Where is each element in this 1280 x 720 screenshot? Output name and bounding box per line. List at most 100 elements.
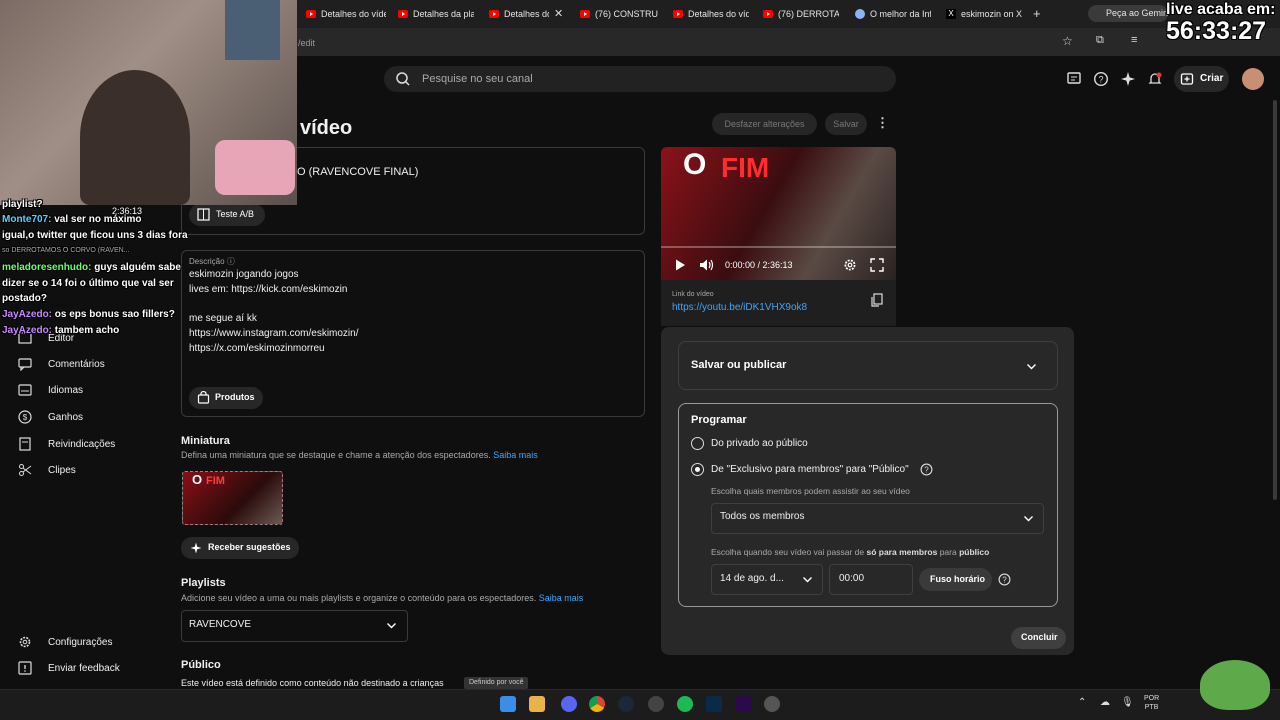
languages-icon <box>18 384 32 396</box>
learn-more-link[interactable]: Saiba mais <box>493 450 538 460</box>
messages-icon[interactable] <box>1066 71 1082 87</box>
close-tab-icon[interactable]: ✕ <box>554 7 563 20</box>
ab-test-label: Teste A/B <box>216 209 255 219</box>
account-avatar[interactable] <box>1242 68 1264 90</box>
cloud-icon[interactable]: ☁ <box>1100 697 1110 708</box>
video-link-url[interactable]: https://youtu.be/iDK1VHX9ok8 <box>672 302 807 313</box>
spotify-icon[interactable] <box>677 696 693 712</box>
option-private-to-public-label: Do privado ao público <box>711 438 808 449</box>
thumbnail-text: FIM <box>206 475 225 487</box>
nav-item-comments[interactable]: Comentários <box>18 356 105 372</box>
radio-private-to-public[interactable] <box>691 437 704 450</box>
media-control-icon[interactable]: ≡ <box>1131 34 1137 46</box>
more-options-icon[interactable]: ⋮ <box>876 115 889 131</box>
thumbnail-subtitle: Defina uma miniatura que se destaque e c… <box>181 450 538 460</box>
steam-icon[interactable] <box>618 696 634 712</box>
help-icon[interactable]: ? <box>998 573 1011 586</box>
claims-icon <box>19 437 31 451</box>
description-line: me segue aí kk <box>189 313 257 324</box>
description-label: Descrição ⓘ <box>189 257 235 266</box>
media-player-icon[interactable] <box>764 696 780 712</box>
chevron-up-icon[interactable]: ⌃ <box>1078 697 1086 708</box>
browser-tab[interactable]: (76) DERROTAM <box>763 6 839 22</box>
browser-tab[interactable]: Detalhes do víde <box>306 6 386 22</box>
search-icon[interactable] <box>395 71 411 87</box>
products-label: Produtos <box>215 392 255 402</box>
app-icon[interactable] <box>648 696 664 712</box>
browser-tab[interactable]: Detalhes do víde <box>673 6 749 22</box>
copy-icon[interactable] <box>870 293 884 307</box>
x-logo-icon: X <box>946 9 956 19</box>
date-value: 14 de ago. d... <box>720 573 784 584</box>
gemini-button[interactable]: Peça ao Gemini <box>1088 5 1168 22</box>
live-countdown: 56:33:27 <box>1166 17 1267 45</box>
help-icon[interactable]: ? <box>920 463 933 476</box>
windows-taskbar <box>0 689 1280 720</box>
browser-tab[interactable]: Xeskimozin on X <box>946 6 1022 22</box>
extensions-icon[interactable]: ⧉ <box>1096 34 1104 47</box>
chat-line: JayAzedo: tambem acho <box>2 325 120 336</box>
help-icon[interactable]: ? <box>1093 71 1109 87</box>
fullscreen-icon[interactable] <box>870 258 884 272</box>
chat-line: Monte707: val ser no máximo <box>2 214 142 225</box>
ab-test-icon <box>197 208 210 221</box>
scrollbar[interactable] <box>1273 100 1277 500</box>
play-icon[interactable] <box>673 258 687 272</box>
create-plus-icon <box>1180 73 1194 85</box>
nav-item-clips[interactable]: Clipes <box>18 462 76 478</box>
page-title: vídeo <box>300 117 353 139</box>
nav-item-languages[interactable]: Idiomas <box>18 382 83 398</box>
done-label: Concluir <box>1021 632 1058 642</box>
gear-icon[interactable] <box>843 258 857 272</box>
browser-tab[interactable]: Detalhes da play <box>398 6 474 22</box>
timezone-label: Fuso horário <box>930 574 986 584</box>
windows-start-icon[interactable] <box>500 696 516 712</box>
chat-line: dizer se o 14 foi o último que val ser <box>2 278 174 289</box>
chat-line: so DERROTAMOS O CORVO (RAVEN... <box>2 247 130 254</box>
keyboard-language[interactable]: POR PTB <box>1144 694 1159 712</box>
volume-icon[interactable] <box>699 258 715 272</box>
bookmark-star-icon[interactable]: ☆ <box>1062 34 1073 48</box>
radio-members-to-public[interactable] <box>691 463 704 476</box>
svg-text:?: ? <box>924 466 929 475</box>
chevron-down-icon <box>387 623 396 629</box>
browser-tab-active[interactable]: Detalhes do <box>489 6 549 22</box>
feedback-icon <box>18 661 32 675</box>
pink-plush <box>215 140 295 195</box>
video-progress-bar[interactable] <box>661 246 896 248</box>
photoshop-icon[interactable] <box>706 696 722 712</box>
generic-site-icon <box>855 9 865 19</box>
nav-item-claims[interactable]: Reivindicações <box>18 436 115 452</box>
chat-line: igual,o twitter que ficou uns 3 dias for… <box>2 230 188 241</box>
new-tab-icon[interactable]: + <box>1033 6 1041 21</box>
chrome-icon[interactable] <box>589 696 605 712</box>
file-explorer-icon[interactable] <box>529 696 545 712</box>
microphone-icon[interactable]: 🎙 <box>1121 697 1134 708</box>
url-text: /edit <box>298 38 316 48</box>
notifications-bell-icon[interactable] <box>1147 71 1163 87</box>
search-placeholder: Pesquise no seu canal <box>422 73 533 85</box>
help-icon[interactable]: ⓘ <box>227 257 235 266</box>
chat-line: postado? <box>2 293 47 304</box>
sparkle-icon[interactable] <box>1120 71 1136 87</box>
chat-line: playlist? <box>2 199 43 210</box>
save-button[interactable]: Salvar <box>825 113 867 135</box>
undo-changes-button[interactable]: Desfazer alterações <box>712 113 817 135</box>
title-value: O (RAVENCOVE FINAL) <box>297 166 419 178</box>
earnings-icon: $ <box>18 410 32 424</box>
scissors-icon <box>19 464 32 476</box>
premiere-icon[interactable] <box>735 696 751 712</box>
sparkle-icon <box>190 542 202 554</box>
chevron-down-icon[interactable] <box>1025 360 1038 373</box>
playlists-subtitle: Adicione seu vídeo a uma ou mais playlis… <box>181 593 584 603</box>
description-line: https://x.com/eskimozinmorreu <box>189 343 325 354</box>
schedule-hint: Escolha quando seu vídeo vai passar de s… <box>711 547 990 557</box>
discord-icon[interactable] <box>561 696 577 712</box>
thumbnail-text: O <box>192 472 203 487</box>
browser-tab[interactable]: (76) CONSTRUIN <box>580 6 658 22</box>
browser-tab[interactable]: O melhor da Inf <box>855 6 931 22</box>
nav-item-settings[interactable]: Configurações <box>18 634 112 650</box>
nav-item-feedback[interactable]: Enviar feedback <box>18 660 120 676</box>
nav-item-earnings[interactable]: $ Ganhos <box>18 409 83 425</box>
learn-more-link[interactable]: Saiba mais <box>539 593 584 603</box>
